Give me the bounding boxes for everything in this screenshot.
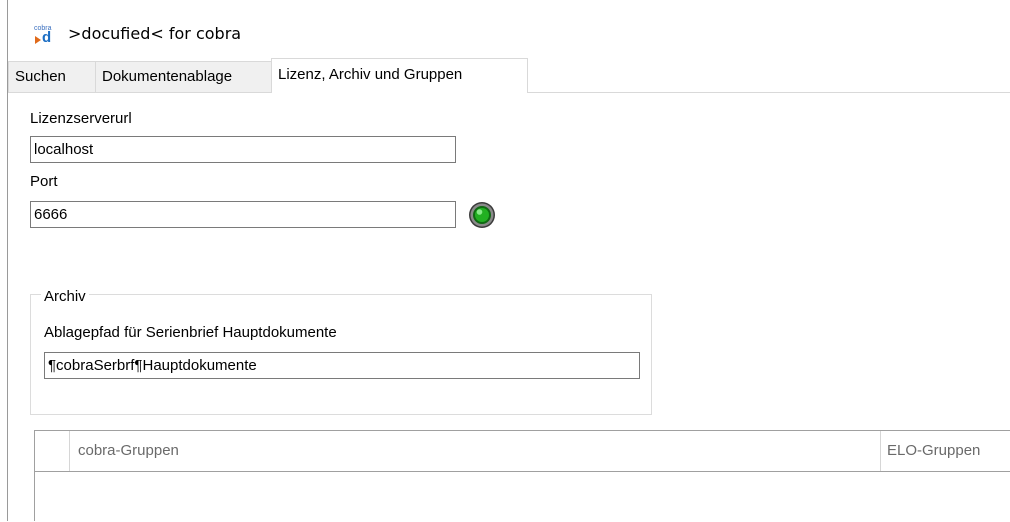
tab-suchen[interactable]: Suchen (8, 61, 96, 92)
tab-dokumentenablage[interactable]: Dokumentenablage (95, 61, 272, 92)
column-header-elo-gruppen[interactable]: ELO-Gruppen (881, 431, 1010, 471)
app-window: cobra d >docufied< for cobra Suchen Doku… (0, 0, 1010, 522)
groups-grid[interactable]: cobra-Gruppen ELO-Gruppen (34, 430, 1010, 522)
port-input[interactable]: 6666 (30, 201, 456, 228)
archive-path-input[interactable]: ¶cobraSerbrf¶Hauptdokumente (44, 352, 640, 379)
archive-group-title: Archiv (41, 288, 89, 305)
license-status-icon (469, 202, 495, 228)
logo-letter: d (42, 29, 52, 46)
port-label: Port (30, 173, 58, 190)
app-logo-icon: cobra d (34, 25, 62, 49)
license-server-url-label: Lizenzserverurl (30, 110, 132, 127)
window-title: >docufied< for cobra (68, 24, 242, 43)
title-bar: cobra d >docufied< for cobra (8, 0, 1010, 58)
grid-row-header-corner[interactable] (35, 431, 70, 471)
tab-lizenz-archiv-gruppen[interactable]: Lizenz, Archiv und Gruppen (271, 58, 528, 93)
grid-body[interactable] (35, 472, 1010, 522)
license-server-url-input[interactable]: localhost (30, 136, 456, 163)
grid-header: cobra-Gruppen ELO-Gruppen (35, 431, 1010, 472)
column-header-cobra-gruppen[interactable]: cobra-Gruppen (71, 431, 881, 471)
logo-arrow-icon (35, 36, 41, 44)
archive-path-label: Ablagepfad für Serienbrief Hauptdokument… (44, 324, 337, 341)
